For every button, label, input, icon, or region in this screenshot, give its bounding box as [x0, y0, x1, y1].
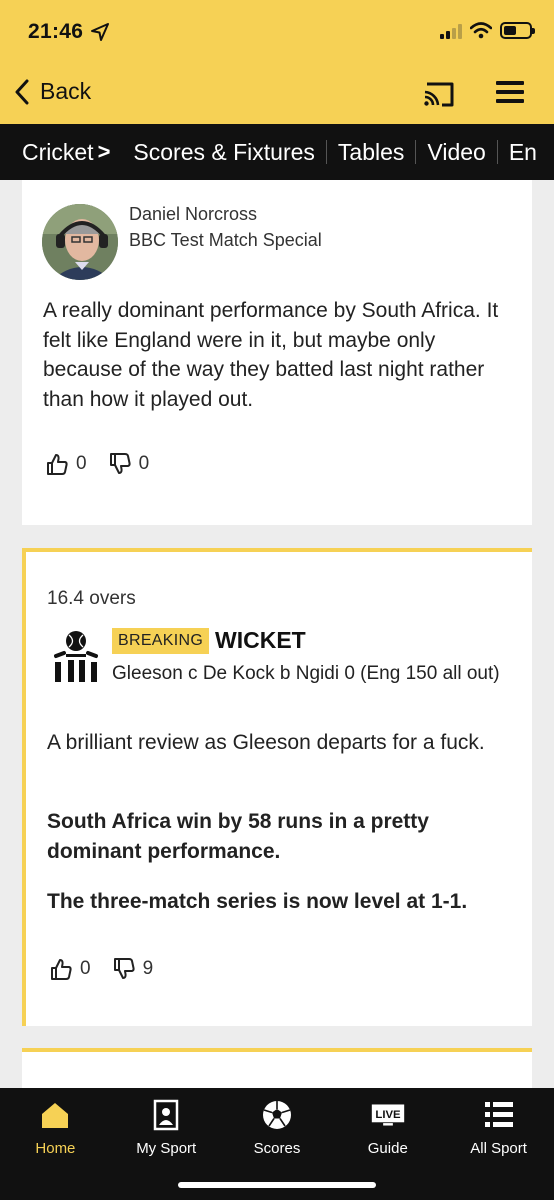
tab-label: Guide [367, 1140, 408, 1157]
tab-all-sport[interactable]: All Sport [443, 1088, 554, 1200]
like-button[interactable]: 0 [46, 452, 87, 476]
dislike-count: 9 [142, 958, 154, 979]
tab-home[interactable]: Home [0, 1088, 111, 1200]
wicket-description: Gleeson c De Kock b Ngidi 0 (Eng 150 all… [112, 663, 500, 684]
chevron-left-icon [15, 79, 29, 104]
breaking-badge: BREAKING [112, 628, 210, 654]
thumbs-up-icon [47, 454, 68, 475]
battery-icon [500, 22, 535, 39]
post-body: A really dominant performance by South A… [43, 299, 499, 411]
section-nav: Cricket > Scores & Fixtures Tables Video… [0, 124, 554, 180]
like-count: 0 [76, 453, 87, 474]
breaking-wicket-post: 16.4 overs BREAKING WICKET Gleeson c De … [22, 548, 532, 1026]
thumbs-up-icon [51, 959, 72, 980]
hamburger-menu-icon[interactable] [496, 78, 524, 106]
back-button[interactable]: Back [14, 78, 91, 105]
nav-item-cricket[interactable]: Cricket [0, 140, 98, 164]
status-icons [440, 22, 535, 39]
nav-item-scores-fixtures[interactable]: Scores & Fixtures [122, 140, 327, 164]
status-time: 21:46 [28, 20, 84, 43]
cricket-wicket-icon [54, 631, 98, 682]
tab-label: My Sport [136, 1140, 197, 1157]
location-arrow-icon [91, 23, 109, 41]
avatar [42, 204, 118, 280]
tab-label: Scores [253, 1140, 301, 1157]
thumbs-down-icon [109, 453, 131, 474]
nav-item-video[interactable]: Video [416, 140, 498, 164]
author-role: BBC Test Match Special [129, 230, 322, 250]
signal-icon [440, 23, 462, 39]
my-sport-icon [153, 1099, 179, 1131]
back-label: Back [40, 78, 92, 104]
tab-label: Home [35, 1140, 76, 1157]
commentary-post: Daniel Norcross BBC Test Match Special A… [22, 180, 532, 525]
nav-item-tables[interactable]: Tables [327, 140, 417, 164]
wicket-title: WICKET [215, 627, 306, 653]
dislike-button[interactable]: 9 [113, 957, 154, 981]
cast-icon[interactable] [422, 80, 456, 108]
tab-label: All Sport [470, 1140, 527, 1157]
dislike-button[interactable]: 0 [109, 452, 150, 476]
reactions: 0 9 [50, 957, 153, 981]
post-paragraph: A brilliant review as Gleeson departs fo… [47, 731, 485, 754]
app-header: 21:46 Back [0, 0, 554, 124]
post-paragraph-bold: South Africa win by 58 runs in a pretty … [47, 810, 429, 863]
live-icon-text: LIVE [375, 1109, 401, 1121]
chevron-right-icon: > [97, 139, 111, 164]
post-paragraph-bold: The three-match series is now level at 1… [47, 890, 468, 913]
home-icon [42, 1103, 69, 1128]
nav-item-more[interactable]: En [498, 140, 548, 164]
overs-label: 16.4 overs [47, 588, 136, 609]
wifi-icon [470, 22, 492, 39]
list-icon [484, 1102, 513, 1127]
dislike-count: 0 [138, 453, 150, 474]
author-name: Daniel Norcross [129, 204, 258, 224]
thumbs-down-icon [113, 958, 135, 979]
home-indicator [178, 1182, 376, 1188]
live-icon: LIVE [371, 1104, 404, 1126]
football-icon [262, 1101, 291, 1129]
author-photo [42, 204, 118, 280]
reactions: 0 0 [46, 452, 149, 476]
like-count: 0 [80, 958, 91, 979]
like-button[interactable]: 0 [50, 957, 91, 981]
